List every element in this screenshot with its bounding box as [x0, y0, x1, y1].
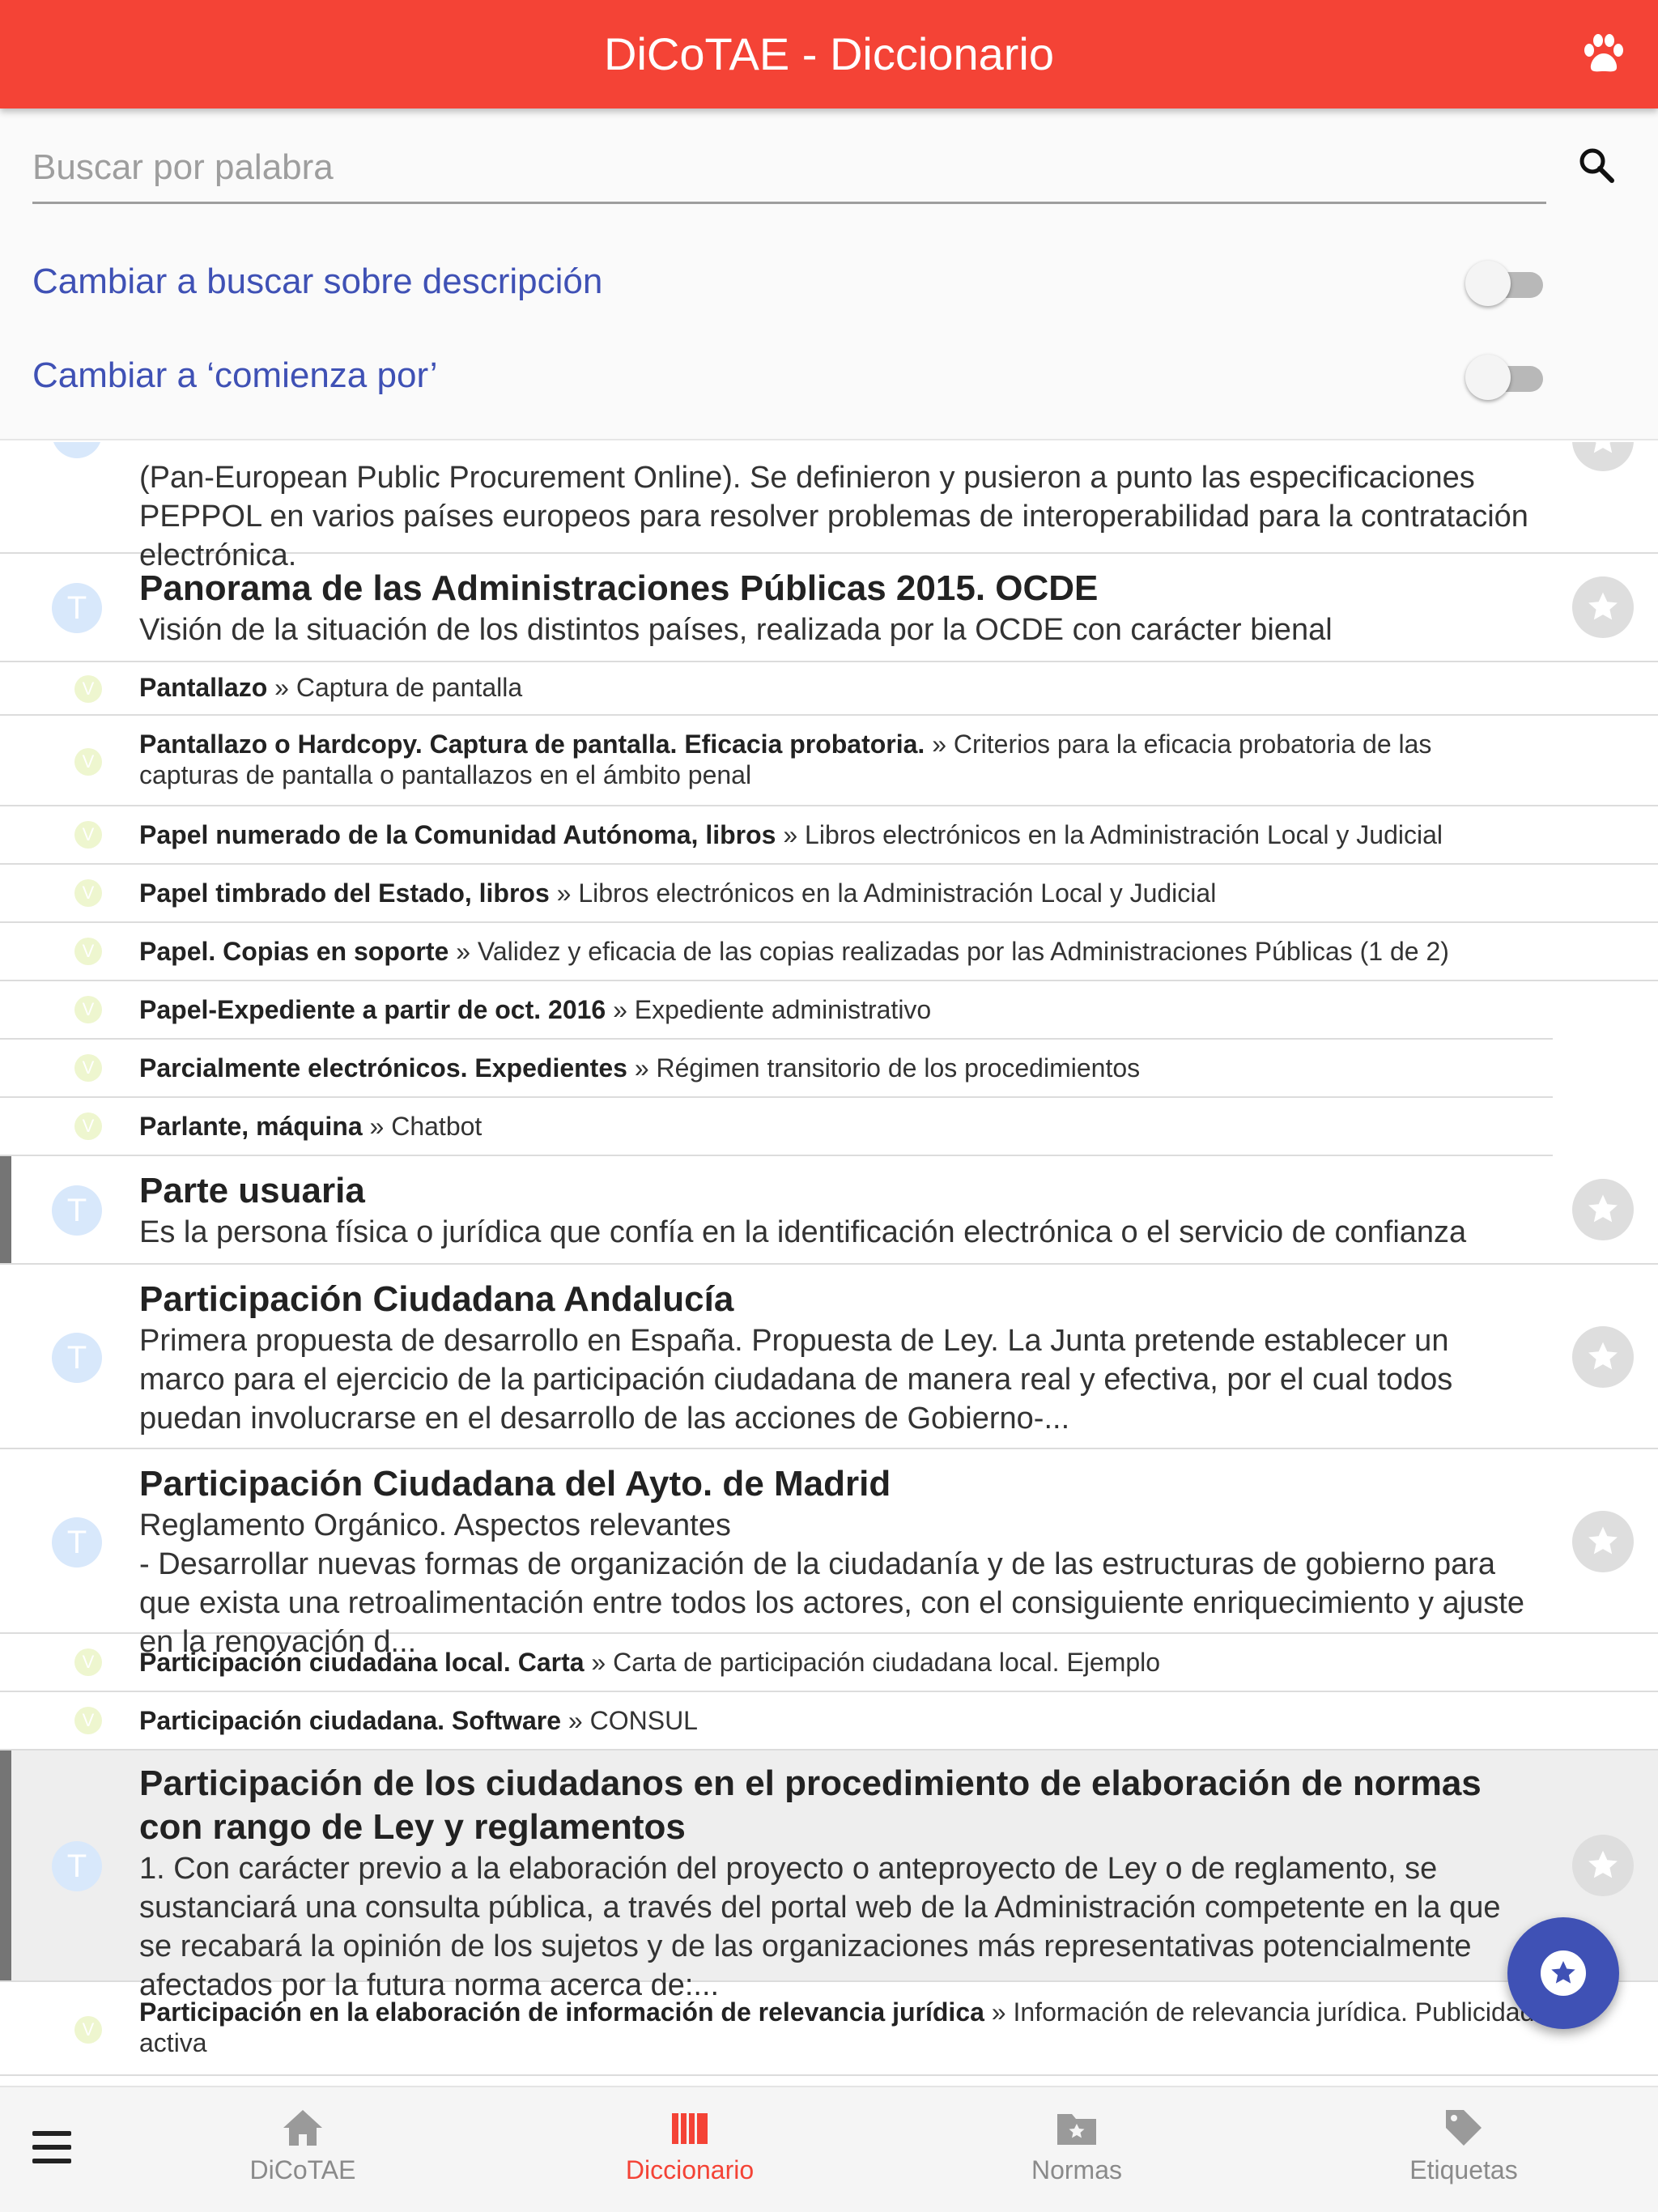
app-bar: DiCoTAE - Diccionario [0, 0, 1658, 108]
link-type-icon: V [74, 1054, 102, 1082]
list-item[interactable]: (Pan-European Public Procurement Online)… [0, 442, 1658, 572]
term-type-icon: T [52, 583, 102, 633]
star-icon [1541, 1950, 1586, 1996]
link-type-icon: V [74, 938, 102, 965]
nav-label: DiCoTAE [249, 2155, 356, 2184]
bottom-nav: DiCoTAE Diccionario Normas Etiquetas [0, 2086, 1658, 2212]
link-term: Participación en la elaboración de infor… [139, 1997, 984, 2027]
item-title: Participación Ciudadana Andalucía [139, 1279, 734, 1319]
term-type-icon [52, 442, 102, 458]
link-target: Libros electrónicos en la Administración… [805, 820, 1443, 849]
link-target: Expediente administrativo [634, 995, 932, 1024]
search-button[interactable] [1564, 133, 1629, 198]
link-type-icon: V [74, 996, 102, 1023]
item-description: Visión de la situación de los distintos … [139, 613, 1333, 647]
link-term: Participación ciudadana. Software [139, 1706, 562, 1735]
list-item[interactable]: T Parte usuaria Es la persona física o j… [0, 1156, 1658, 1265]
nav-normas[interactable]: Normas [955, 2099, 1198, 2204]
link-term: Pantallazo o Hardcopy. Captura de pantal… [139, 730, 925, 759]
nav-etiquetas[interactable]: Etiquetas [1342, 2099, 1585, 2204]
list-item-link[interactable]: V Participación en la elaboración de inf… [0, 1982, 1658, 2076]
nav-label: Etiquetas [1409, 2155, 1518, 2184]
link-target: Chatbot [391, 1112, 483, 1141]
link-term: Papel-Expediente a partir de oct. 2016 [139, 995, 606, 1024]
toggle-starts-with-row: Cambiar a ‘comienza por’ [32, 335, 1546, 416]
term-type-icon: T [52, 1185, 102, 1236]
nav-diccionario[interactable]: Diccionario [568, 2099, 811, 2204]
link-term: Parcialmente electrónicos. Expedientes [139, 1053, 627, 1083]
search-icon [1579, 148, 1614, 183]
star-icon[interactable] [1572, 1511, 1634, 1572]
toggle-search-description[interactable] [1465, 257, 1546, 306]
menu-icon[interactable] [32, 2131, 74, 2167]
nav-dicotae[interactable]: DiCoTAE [181, 2099, 424, 2204]
paw-icon[interactable] [1579, 29, 1629, 79]
home-icon [278, 2105, 327, 2150]
term-type-icon: T [52, 1333, 102, 1383]
list-item-link[interactable]: V Papel timbrado del Estado, libros » Li… [0, 865, 1658, 923]
star-icon[interactable] [1572, 576, 1634, 638]
item-description: Reglamento Orgánico. Aspectos relevantes [139, 1508, 731, 1542]
item-description: Primera propuesta de desarrollo en Españ… [139, 1324, 1453, 1436]
link-type-icon: V [74, 2016, 102, 2044]
link-target: Régimen transitorio de los procedimiento… [656, 1053, 1141, 1083]
link-target: Carta de participación ciudadana local. … [613, 1648, 1161, 1677]
nav-label: Normas [1031, 2155, 1122, 2184]
link-term: Papel timbrado del Estado, libros [139, 878, 550, 908]
nav-label: Diccionario [625, 2155, 755, 2184]
term-type-icon: T [52, 1841, 102, 1891]
list-item-link[interactable]: V Participación ciudadana. Software » CO… [0, 1692, 1658, 1750]
link-type-icon: V [74, 821, 102, 849]
toggle-starts-with[interactable] [1465, 351, 1546, 400]
item-title: Parte usuaria [139, 1171, 365, 1210]
book-icon [665, 2105, 714, 2150]
list-item-link[interactable]: V Parcialmente electrónicos. Expedientes… [0, 1040, 1658, 1098]
search-input[interactable] [32, 133, 1546, 204]
term-type-icon: T [52, 1517, 102, 1568]
list-item-link[interactable]: V Papel numerado de la Comunidad Autónom… [0, 806, 1658, 865]
link-type-icon: V [74, 675, 102, 703]
list-item-link[interactable]: V Pantallazo o Hardcopy. Captura de pant… [0, 716, 1658, 806]
link-type-icon: V [74, 1112, 102, 1140]
star-icon[interactable] [1572, 442, 1634, 471]
toggle-search-description-row: Cambiar a buscar sobre descripción [32, 241, 1546, 322]
item-title: Participación Ciudadana del Ayto. de Mad… [139, 1464, 891, 1504]
toggle-starts-with-label[interactable]: Cambiar a ‘comienza por’ [32, 355, 438, 396]
link-type-icon: V [74, 879, 102, 907]
link-term: Papel. Copias en soporte [139, 937, 449, 966]
list-item[interactable]: T Participación Ciudadana del Ayto. de M… [0, 1449, 1658, 1659]
search-panel: Cambiar a buscar sobre descripción Cambi… [0, 108, 1658, 440]
dictionary-list[interactable]: (Pan-European Public Procurement Online)… [0, 442, 1658, 2086]
list-item[interactable]: T Participación Ciudadana Andalucía Prim… [0, 1265, 1658, 1449]
list-item-link[interactable]: V Participación ciudadana local. Carta »… [0, 1634, 1658, 1692]
tag-icon [1439, 2105, 1488, 2150]
list-item-selected[interactable]: T Participación de los ciudadanos en el … [0, 1750, 1658, 2002]
link-target: CONSUL [589, 1706, 698, 1735]
link-type-icon: V [74, 1707, 102, 1734]
link-type-icon: V [74, 1648, 102, 1676]
list-item-link[interactable]: V Papel. Copias en soporte » Validez y e… [0, 923, 1658, 981]
link-target: Captura de pantalla [295, 673, 523, 702]
list-item-link[interactable]: V Pantallazo » Captura de pantalla [0, 662, 1658, 716]
star-icon[interactable] [1572, 1835, 1634, 1896]
item-title: Panorama de las Administraciones Pública… [139, 568, 1099, 608]
page-title: DiCoTAE - Diccionario [604, 28, 1054, 79]
item-description: Es la persona física o jurídica que conf… [139, 1215, 1467, 1249]
link-type-icon: V [74, 748, 102, 776]
item-title: Participación de los ciudadanos en el pr… [139, 1763, 1482, 1847]
link-term: Participación ciudadana local. Carta [139, 1648, 585, 1677]
favorites-fab[interactable] [1507, 1917, 1619, 2029]
star-icon[interactable] [1572, 1326, 1634, 1388]
list-item[interactable]: T Panorama de las Administraciones Públi… [0, 554, 1658, 662]
link-term: Papel numerado de la Comunidad Autónoma,… [139, 820, 776, 849]
link-term: Pantallazo [139, 673, 268, 702]
folder-star-icon [1052, 2105, 1101, 2150]
link-target: Libros electrónicos en la Administración… [578, 878, 1217, 908]
list-item-link[interactable]: V Papel-Expediente a partir de oct. 2016… [0, 981, 1658, 1040]
link-target: Validez y eficacia de las copias realiza… [477, 937, 1449, 966]
star-icon[interactable] [1572, 1179, 1634, 1240]
link-term: Parlante, máquina [139, 1112, 363, 1141]
toggle-search-description-label[interactable]: Cambiar a buscar sobre descripción [32, 262, 602, 302]
list-item-link[interactable]: V Parlante, máquina » Chatbot [0, 1098, 1658, 1156]
